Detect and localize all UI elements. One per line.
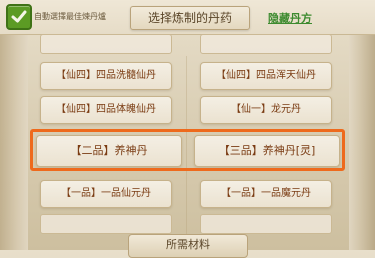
header-bar: 自動選擇最佳煉丹爐 选择炼制的丹药 隐藏丹方 — [0, 0, 375, 35]
hide-recipe-link[interactable]: 隐藏丹方 — [268, 10, 312, 26]
auto-select-checkbox[interactable] — [6, 4, 32, 30]
auto-select-label: 自動選擇最佳煉丹爐 — [34, 12, 106, 21]
list-item-partial-bottom-left[interactable] — [40, 214, 172, 234]
pill-button-right-1[interactable]: 【仙四】四品浑天仙丹 — [200, 62, 332, 90]
pill-button-left-2[interactable]: 【仙四】四品体魄仙丹 — [40, 96, 172, 124]
pill-button-right-2[interactable]: 【仙一】龙元丹 — [200, 96, 332, 124]
list-item-partial-left[interactable] — [40, 34, 172, 54]
list-item-partial-bottom-right[interactable] — [200, 214, 332, 234]
list-item-partial-right[interactable] — [200, 34, 332, 54]
pill-button-right-4[interactable]: 【一品】一品魔元丹 — [200, 180, 332, 208]
pill-button-left-1[interactable]: 【仙四】四品洗髓仙丹 — [40, 62, 172, 90]
pill-button-left-4[interactable]: 【一品】一品仙元丹 — [40, 180, 172, 208]
page-title: 选择炼制的丹药 — [130, 6, 250, 30]
scroll-edge-right — [349, 0, 375, 250]
selection-highlight — [30, 129, 345, 171]
required-materials-button[interactable]: 所需材料 — [128, 234, 248, 258]
checkmark-icon — [11, 10, 27, 23]
scroll-edge-left — [0, 0, 28, 250]
